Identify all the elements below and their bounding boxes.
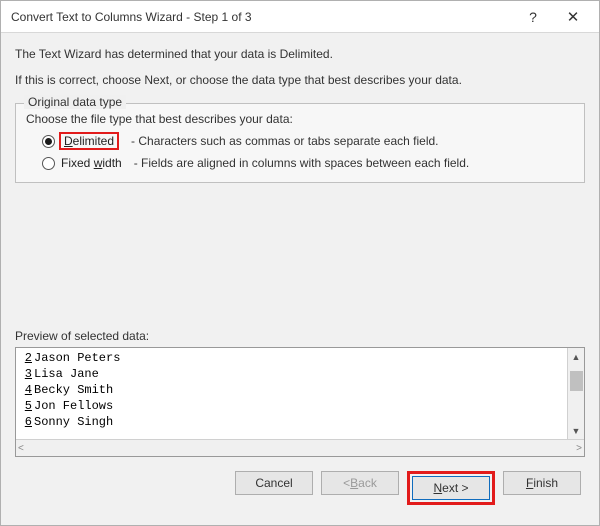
preview-row: 6Sonny Singh — [18, 414, 584, 430]
scroll-down-icon[interactable]: ▼ — [568, 422, 585, 439]
cancel-button[interactable]: Cancel — [235, 471, 313, 495]
wizard-dialog: Convert Text to Columns Wizard - Step 1 … — [0, 0, 600, 526]
preview-row: 2Jason Peters — [18, 350, 584, 366]
intro-line-2: If this is correct, choose Next, or choo… — [15, 73, 585, 87]
preview-content: 2Jason Peters 3Lisa Jane 4Becky Smith 5J… — [16, 348, 584, 439]
scroll-up-icon[interactable]: ▲ — [568, 348, 585, 365]
scroll-left-icon[interactable]: < — [18, 443, 24, 454]
button-row: Cancel < Back Next > Finish — [15, 457, 585, 517]
preview-row: 3Lisa Jane — [18, 366, 584, 382]
group-prompt: Choose the file type that best describes… — [26, 112, 574, 126]
delimited-desc: - Characters such as commas or tabs sepa… — [131, 134, 438, 148]
radio-fixed-width-label[interactable]: Fixed width — [61, 156, 122, 170]
next-highlight: Next > — [407, 471, 495, 505]
preview-label: Preview of selected data: — [15, 329, 585, 343]
option-delimited-row: Delimited - Characters such as commas or… — [42, 132, 574, 150]
original-data-type-group: Original data type Choose the file type … — [15, 103, 585, 183]
titlebar[interactable]: Convert Text to Columns Wizard - Step 1 … — [1, 1, 599, 33]
radio-delimited-label[interactable]: Delimited — [59, 132, 119, 150]
radio-delimited[interactable] — [42, 135, 55, 148]
scroll-up-wrap: ▲ — [568, 348, 585, 391]
help-button[interactable]: ? — [513, 3, 553, 31]
horizontal-scrollbar[interactable]: < > — [16, 439, 584, 456]
next-button[interactable]: Next > — [412, 476, 490, 500]
vertical-scrollbar[interactable]: ▲ ▼ — [567, 348, 584, 439]
option-fixed-row: Fixed width - Fields are aligned in colu… — [42, 156, 574, 170]
scroll-right-icon[interactable]: > — [576, 443, 582, 454]
group-legend: Original data type — [24, 95, 126, 109]
window-title: Convert Text to Columns Wizard - Step 1 … — [11, 10, 513, 24]
back-button: < Back — [321, 471, 399, 495]
scroll-thumb[interactable] — [570, 371, 583, 391]
radio-fixed-width[interactable] — [42, 157, 55, 170]
preview-row: 5Jon Fellows — [18, 398, 584, 414]
fixed-desc: - Fields are aligned in columns with spa… — [134, 156, 470, 170]
finish-button[interactable]: Finish — [503, 471, 581, 495]
preview-row: 4Becky Smith — [18, 382, 584, 398]
dialog-body: The Text Wizard has determined that your… — [1, 33, 599, 525]
intro-line-1: The Text Wizard has determined that your… — [15, 47, 585, 61]
close-button[interactable]: ✕ — [553, 3, 593, 31]
preview-box: 2Jason Peters 3Lisa Jane 4Becky Smith 5J… — [15, 347, 585, 457]
